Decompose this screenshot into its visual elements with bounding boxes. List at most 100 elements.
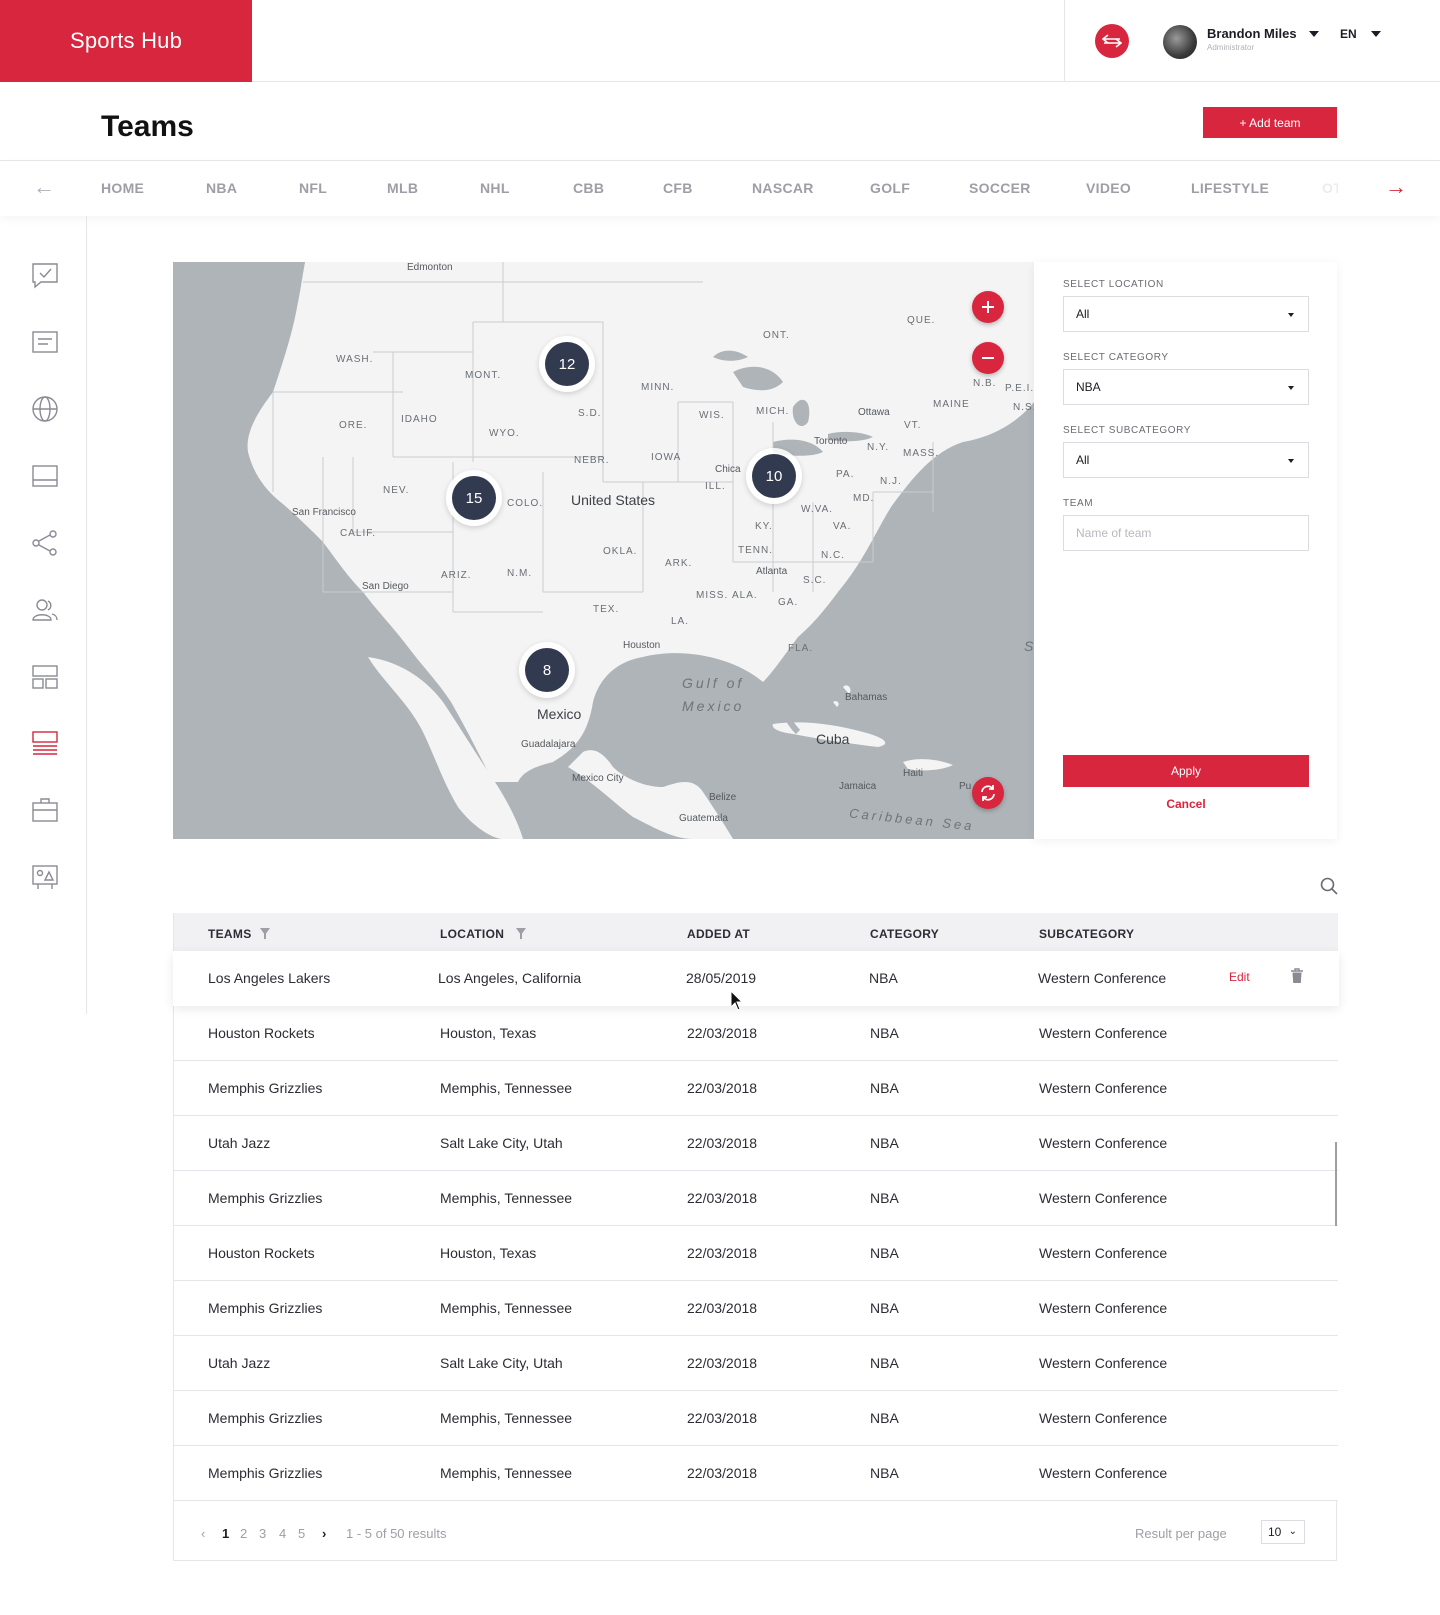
nav-item-nascar[interactable]: NASCAR <box>752 180 814 196</box>
switch-view-button[interactable] <box>1095 24 1129 58</box>
location-select[interactable]: All <box>1063 296 1309 332</box>
map-label-mass: MASS. <box>903 448 940 459</box>
page-link[interactable]: 1 <box>222 1526 229 1541</box>
chevron-right-icon[interactable]: › <box>322 1526 326 1541</box>
grid-layout-icon[interactable] <box>31 663 59 691</box>
nav-item-other[interactable]: OT <box>1322 180 1338 196</box>
table-row[interactable]: Memphis Grizzlies Memphis, Tennessee 22/… <box>174 1171 1338 1226</box>
zoom-in-button[interactable] <box>972 291 1004 323</box>
table-scrollbar[interactable] <box>1335 1142 1337 1226</box>
page-link[interactable]: 5 <box>298 1526 305 1541</box>
table-row[interactable]: Houston Rockets Houston, Texas 22/03/201… <box>174 1226 1338 1281</box>
filter-icon[interactable] <box>516 928 526 939</box>
filter-icon[interactable] <box>260 928 270 939</box>
column-header-category[interactable]: CATEGORY <box>870 927 939 941</box>
chevron-left-icon[interactable]: ‹ <box>201 1526 205 1541</box>
briefcase-icon[interactable] <box>31 796 59 824</box>
page-link[interactable]: 3 <box>259 1526 266 1541</box>
results-summary: 1 - 5 of 50 results <box>346 1526 447 1541</box>
nav-item-video[interactable]: VIDEO <box>1086 180 1131 196</box>
table-row[interactable]: Memphis Grizzlies Memphis, Tennessee 22/… <box>174 1446 1338 1501</box>
column-header-added-at[interactable]: ADDED AT <box>687 927 750 941</box>
nav-item-cfb[interactable]: CFB <box>663 180 693 196</box>
language-selector[interactable]: EN <box>1340 27 1357 41</box>
table-row[interactable]: Utah Jazz Salt Lake City, Utah 22/03/201… <box>174 1116 1338 1171</box>
layout-icon[interactable] <box>31 462 59 490</box>
list-icon[interactable] <box>31 729 59 757</box>
nav-next-arrow-icon[interactable]: → <box>1385 175 1407 199</box>
pagination: ‹ 1 2 3 4 5 › 1 - 5 of 50 results Result… <box>174 1506 1338 1561</box>
map-cluster-marker[interactable]: 8 <box>519 642 575 698</box>
nav-item-cbb[interactable]: CBB <box>573 180 604 196</box>
category-select[interactable]: NBA <box>1063 369 1309 405</box>
cell-category: NBA <box>870 1355 899 1371</box>
map-label-ark: ARK. <box>665 558 693 569</box>
checklist-icon[interactable] <box>31 262 59 290</box>
column-header-teams[interactable]: TEAMS <box>208 927 252 941</box>
document-icon[interactable] <box>31 328 59 356</box>
nav-item-lifestyle[interactable]: LIFESTYLE <box>1191 180 1269 196</box>
map-label-colo: COLO. <box>507 498 544 509</box>
map-cluster-marker[interactable]: 10 <box>746 448 802 504</box>
nav-item-nfl[interactable]: NFL <box>299 180 327 196</box>
map-label-belize: Belize <box>709 792 737 803</box>
map-label-mich: MICH. <box>756 406 790 417</box>
cell-subcategory: Western Conference <box>1039 1190 1168 1206</box>
subcategory-select[interactable]: All <box>1063 442 1309 478</box>
cell-subcategory: Western Conference <box>1039 1135 1168 1151</box>
table-row[interactable]: Los Angeles Lakers Los Angeles, Californ… <box>173 951 1339 1006</box>
table-row[interactable]: Memphis Grizzlies Memphis, Tennessee 22/… <box>174 1391 1338 1446</box>
cell-location: Houston, Texas <box>440 1025 537 1041</box>
table-row[interactable]: Memphis Grizzlies Memphis, Tennessee 22/… <box>174 1061 1338 1116</box>
map-label-ottawa: Ottawa <box>858 407 890 418</box>
map-cluster-marker[interactable]: 15 <box>446 470 502 526</box>
cell-category: NBA <box>870 1245 899 1261</box>
table-row[interactable]: Memphis Grizzlies Memphis, Tennessee 22/… <box>174 1281 1338 1336</box>
nav-item-nba[interactable]: NBA <box>206 180 237 196</box>
globe-icon[interactable] <box>31 395 59 423</box>
language-caret-icon[interactable] <box>1371 31 1381 37</box>
map-reset-button[interactable] <box>972 777 1004 809</box>
dropdown-arrow-icon <box>1288 313 1294 317</box>
users-icon[interactable] <box>31 596 59 624</box>
user-menu-caret-icon[interactable] <box>1309 31 1319 37</box>
teams-map[interactable]: Edmonton WASH. MONT. ORE. IDAHO WYO. S.D… <box>173 262 1034 839</box>
nav-item-soccer[interactable]: SOCCER <box>969 180 1031 196</box>
category-nav: ← HOME NBA NFL MLB NHL CBB CFB NASCAR GO… <box>0 160 1440 216</box>
cell-team: Houston Rockets <box>208 1025 315 1041</box>
nav-item-home[interactable]: HOME <box>101 180 144 196</box>
zoom-out-button[interactable] <box>972 342 1004 374</box>
edit-button[interactable]: Edit <box>1229 970 1250 984</box>
cell-category: NBA <box>870 1410 899 1426</box>
map-label-fla: FLA. <box>788 643 814 654</box>
trash-icon[interactable] <box>1290 968 1304 984</box>
add-team-button[interactable]: + Add team <box>1203 107 1337 138</box>
nav-item-golf[interactable]: GOLF <box>870 180 910 196</box>
page-link[interactable]: 2 <box>240 1526 247 1541</box>
map-label-ill: ILL. <box>705 481 726 492</box>
nav-item-nhl[interactable]: NHL <box>480 180 510 196</box>
cancel-button[interactable]: Cancel <box>1063 797 1309 811</box>
share-icon[interactable] <box>31 529 59 557</box>
cell-team: Memphis Grizzlies <box>208 1190 323 1206</box>
dropdown-arrow-icon <box>1288 386 1294 390</box>
map-label-okla: OKLA. <box>603 546 638 557</box>
user-name[interactable]: Brandon Miles <box>1207 26 1297 41</box>
per-page-select[interactable]: 10 ⌄ <box>1261 1520 1305 1544</box>
apply-button[interactable]: Apply <box>1063 755 1309 787</box>
team-name-input[interactable] <box>1063 515 1309 551</box>
minus-icon <box>982 357 994 359</box>
table-row[interactable]: Houston Rockets Houston, Texas 22/03/201… <box>174 1006 1338 1061</box>
search-icon[interactable] <box>1320 877 1338 895</box>
map-cluster-marker[interactable]: 12 <box>539 336 595 392</box>
avatar[interactable] <box>1163 25 1197 59</box>
column-header-subcategory[interactable]: SUBCATEGORY <box>1039 927 1134 941</box>
map-label-calif: CALIF. <box>340 528 377 539</box>
page-link[interactable]: 4 <box>279 1526 286 1541</box>
brand-logo[interactable]: Sports Hub <box>0 0 252 82</box>
gallery-icon[interactable] <box>31 863 59 891</box>
nav-prev-arrow-icon[interactable]: ← <box>33 175 55 199</box>
table-row[interactable]: Utah Jazz Salt Lake City, Utah 22/03/201… <box>174 1336 1338 1391</box>
nav-item-mlb[interactable]: MLB <box>387 180 418 196</box>
column-header-location[interactable]: LOCATION <box>440 927 504 941</box>
